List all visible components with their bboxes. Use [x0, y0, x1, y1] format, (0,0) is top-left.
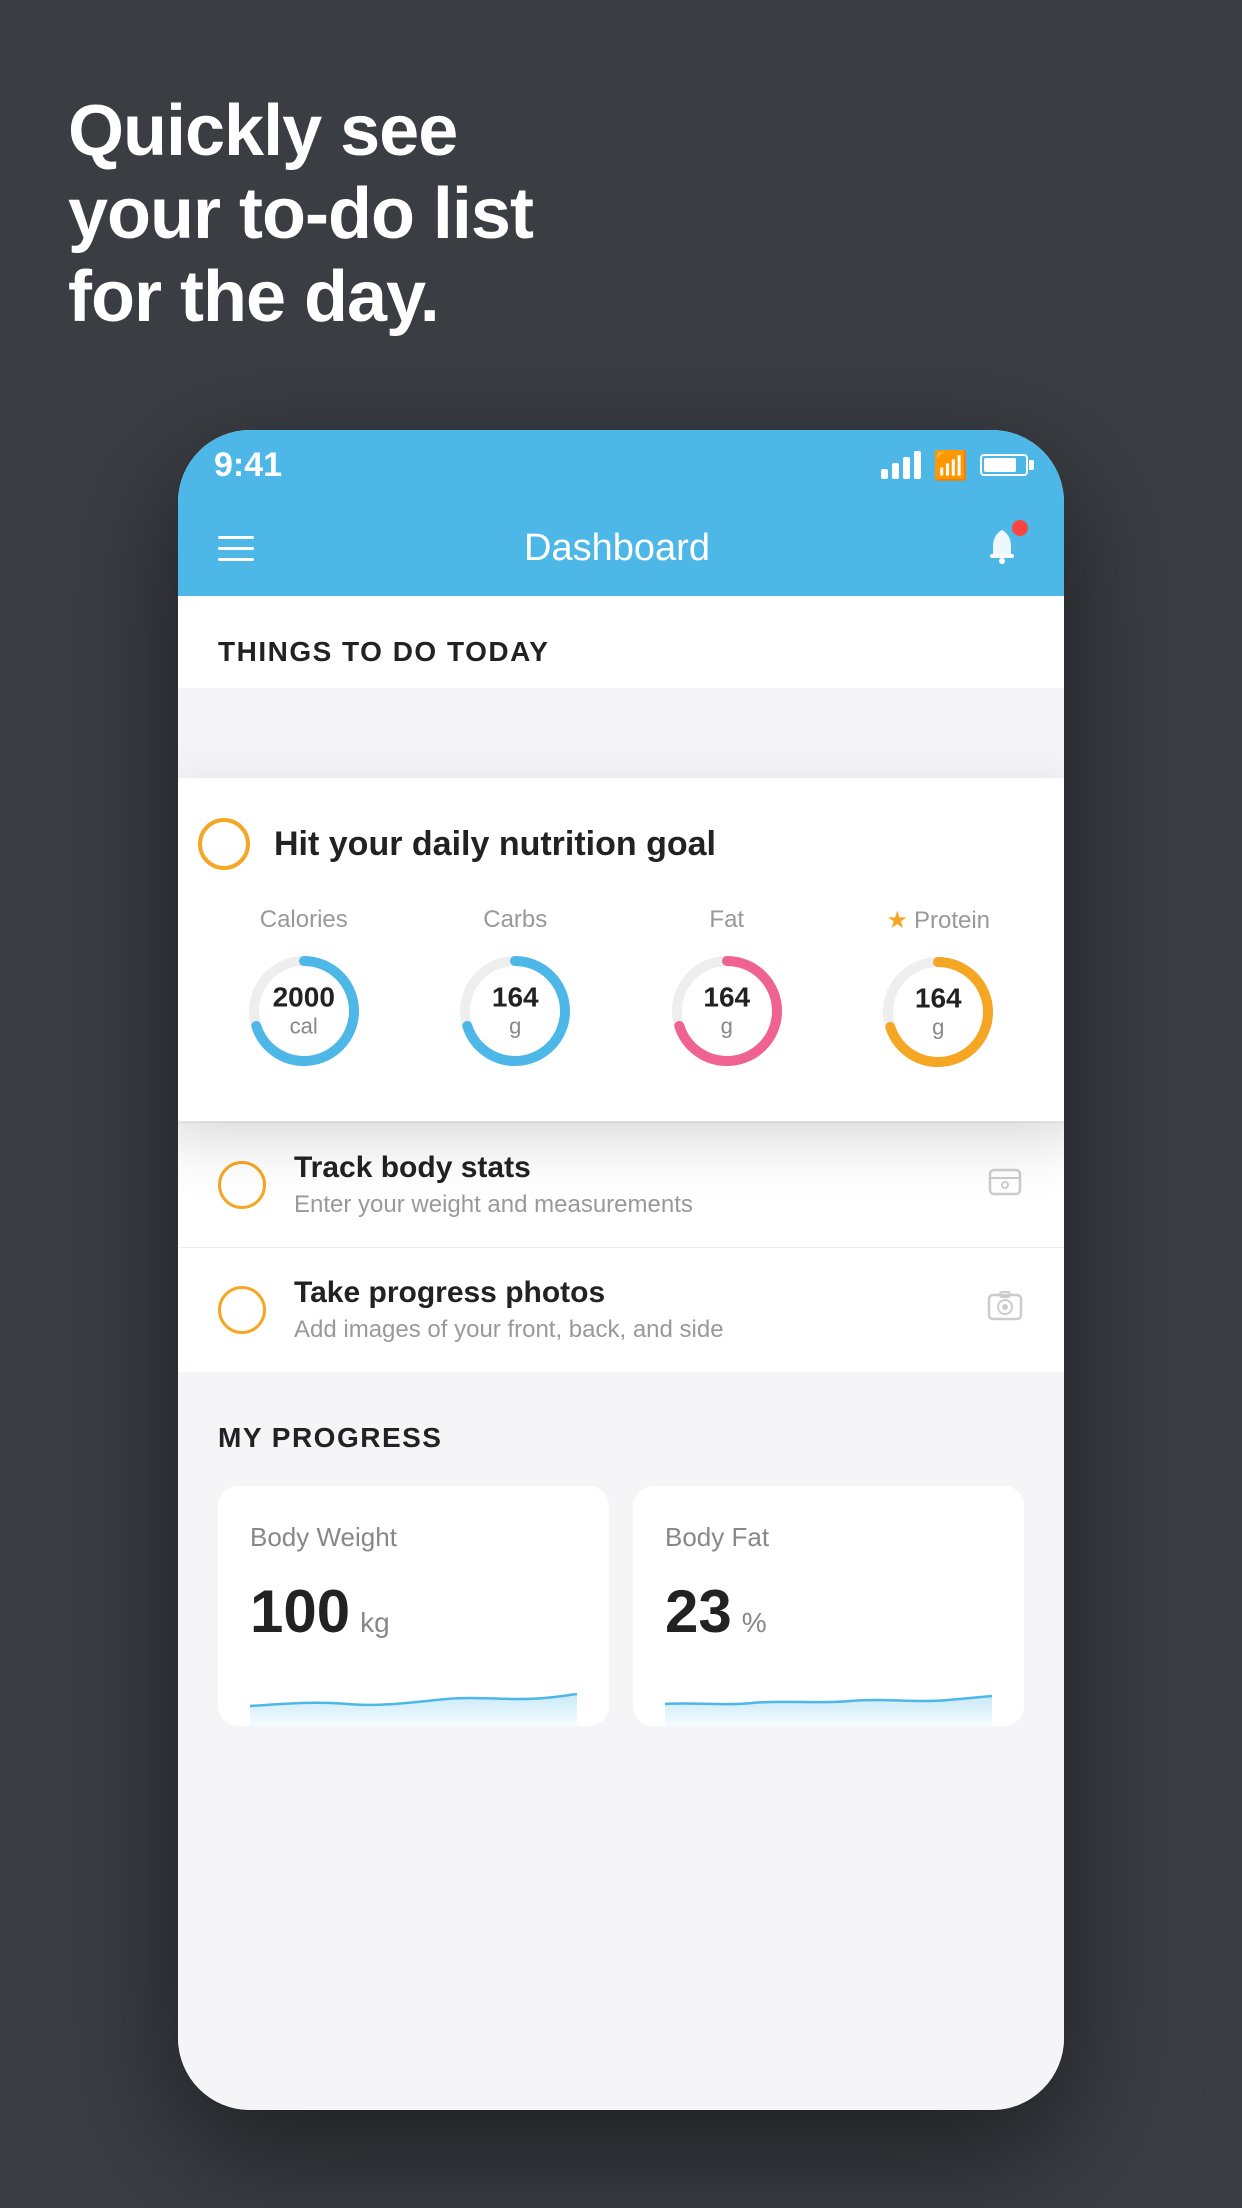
- carbs-ring-text: 164 g: [492, 983, 539, 1040]
- nutrition-check-circle: [198, 818, 250, 870]
- todo-circle-photos: [218, 1286, 266, 1334]
- signal-bar-2: [892, 463, 899, 479]
- todo-title-photos: Take progress photos: [294, 1276, 986, 1310]
- todo-subtitle-body-stats: Enter your weight and measurements: [294, 1191, 986, 1219]
- hero-line1: Quickly see: [68, 90, 533, 173]
- body-weight-number: 100: [250, 1577, 350, 1646]
- phone-frame: 9:41 📶 Dashboard: [178, 430, 1064, 2110]
- protein-ring: 164 g: [873, 947, 1003, 1077]
- body-fat-number: 23: [665, 1577, 732, 1646]
- body-fat-card-title: Body Fat: [665, 1522, 992, 1553]
- fat-ring: 164 g: [662, 946, 792, 1076]
- calories-stat: Calories 2000 cal: [239, 906, 369, 1076]
- status-time: 9:41: [214, 446, 282, 485]
- body-fat-chart: [665, 1666, 992, 1726]
- protein-ring-text: 164 g: [915, 984, 962, 1041]
- todo-title-body-stats: Track body stats: [294, 1151, 986, 1185]
- calories-label: Calories: [260, 906, 348, 934]
- fat-label: Fat: [709, 906, 744, 934]
- signal-bar-4: [914, 451, 921, 479]
- protein-stat: ★ Protein 164 g: [873, 906, 1003, 1077]
- progress-section-title: MY PROGRESS: [218, 1422, 1024, 1454]
- body-fat-unit: %: [742, 1607, 767, 1639]
- signal-bar-3: [903, 457, 910, 479]
- status-bar: 9:41 📶: [178, 430, 1064, 500]
- card-header: Hit your daily nutrition goal: [198, 818, 1044, 870]
- hero-line3: for the day.: [68, 256, 533, 339]
- hero-text: Quickly see your to-do list for the day.: [68, 90, 533, 338]
- hamburger-line2: [218, 547, 254, 550]
- carbs-label: Carbs: [483, 906, 547, 934]
- todo-item-photos[interactable]: Take progress photos Add images of your …: [178, 1248, 1064, 1372]
- photo-icon: [986, 1287, 1024, 1334]
- main-content: THINGS TO DO TODAY Hit your daily nutrit…: [178, 596, 1064, 2110]
- todo-subtitle-photos: Add images of your front, back, and side: [294, 1316, 986, 1344]
- protein-label: ★ Protein: [886, 906, 990, 935]
- header-title: Dashboard: [524, 527, 710, 570]
- todo-item-body-stats[interactable]: Track body stats Enter your weight and m…: [178, 1123, 1064, 1248]
- battery-icon: [980, 454, 1028, 476]
- carbs-ring: 164 g: [450, 946, 580, 1076]
- notification-dot: [1012, 520, 1028, 536]
- things-section: THINGS TO DO TODAY: [178, 596, 1064, 688]
- nutrition-card-title: Hit your daily nutrition goal: [274, 825, 716, 864]
- background: Quickly see your to-do list for the day.…: [0, 0, 1242, 2208]
- todo-text-photos: Take progress photos Add images of your …: [294, 1276, 986, 1344]
- carbs-stat: Carbs 164 g: [450, 906, 580, 1076]
- hero-line2: your to-do list: [68, 173, 533, 256]
- app-header: Dashboard: [178, 500, 1064, 596]
- fat-stat: Fat 164 g: [662, 906, 792, 1076]
- hamburger-menu[interactable]: [218, 536, 254, 561]
- body-fat-card: Body Fat 23 %: [633, 1486, 1024, 1726]
- nutrition-stats: Calories 2000 cal: [198, 906, 1044, 1077]
- body-weight-card-title: Body Weight: [250, 1522, 577, 1553]
- body-weight-chart: [250, 1666, 577, 1726]
- scale-icon: [986, 1162, 1024, 1209]
- signal-bar-1: [881, 469, 888, 479]
- calories-ring: 2000 cal: [239, 946, 369, 1076]
- notification-bell-button[interactable]: [980, 524, 1024, 573]
- hamburger-line3: [218, 558, 254, 561]
- calories-ring-text: 2000 cal: [273, 983, 335, 1040]
- wifi-icon: 📶: [933, 449, 968, 482]
- fat-ring-text: 164 g: [703, 983, 750, 1040]
- progress-cards: Body Weight 100 kg: [218, 1486, 1024, 1726]
- things-section-title: THINGS TO DO TODAY: [218, 636, 549, 667]
- todo-text-body-stats: Track body stats Enter your weight and m…: [294, 1151, 986, 1219]
- progress-section: MY PROGRESS Body Weight 100 kg: [178, 1372, 1064, 1756]
- body-weight-card: Body Weight 100 kg: [218, 1486, 609, 1726]
- status-icons: 📶: [881, 449, 1028, 482]
- body-fat-value: 23 %: [665, 1577, 992, 1646]
- nutrition-card: Hit your daily nutrition goal Calories: [178, 778, 1064, 1121]
- body-weight-value: 100 kg: [250, 1577, 577, 1646]
- star-icon: ★: [886, 906, 908, 935]
- signal-bars-icon: [881, 451, 921, 479]
- todo-circle-body-stats: [218, 1161, 266, 1209]
- body-weight-unit: kg: [360, 1607, 390, 1639]
- hamburger-line1: [218, 536, 254, 539]
- battery-fill: [984, 458, 1016, 472]
